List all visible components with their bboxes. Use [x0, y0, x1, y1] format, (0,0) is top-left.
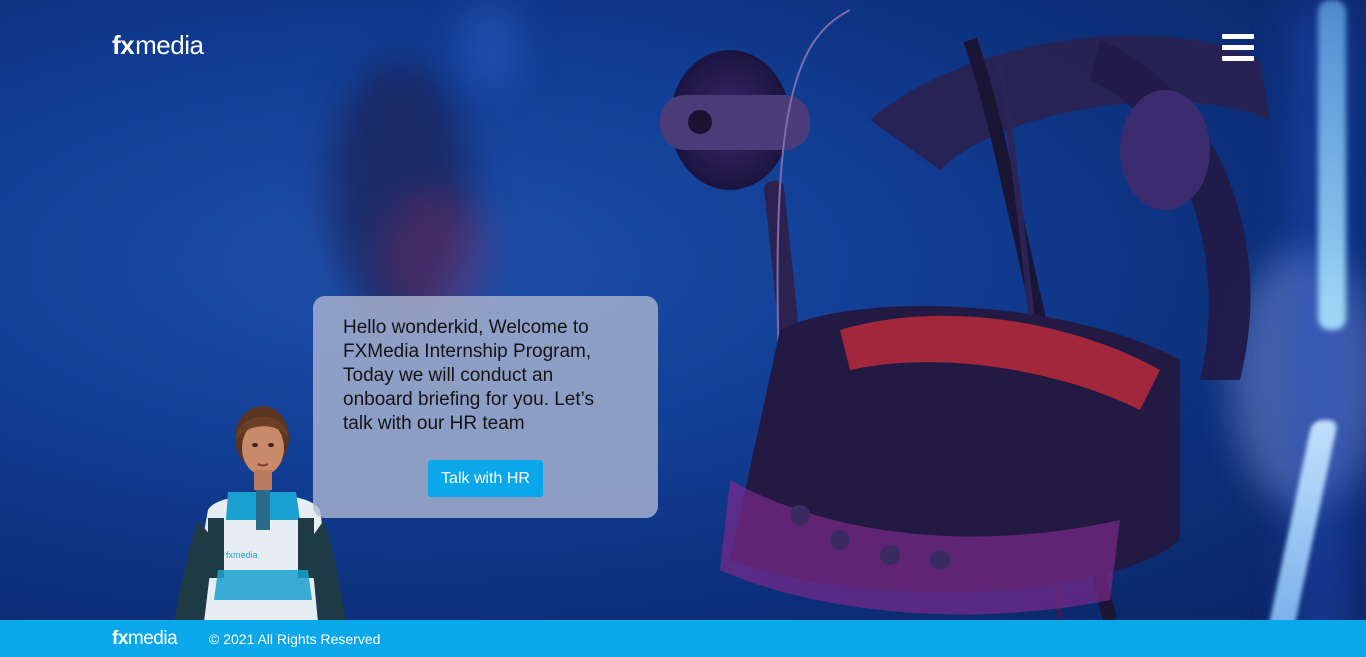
copyright-text: © 2021 All Rights Reserved: [209, 631, 381, 647]
talk-with-hr-button[interactable]: Talk with HR: [428, 460, 543, 497]
footer: fxmedia © 2021 All Rights Reserved: [0, 620, 1366, 657]
svg-text:fxmedia: fxmedia: [226, 550, 258, 560]
welcome-message: Hello wonderkid, Welcome to FXMedia Inte…: [343, 317, 595, 434]
welcome-dialog: Hello wonderkid, Welcome to FXMedia Inte…: [313, 296, 658, 518]
menu-bar: [1222, 45, 1254, 50]
background-blur: [460, 0, 520, 90]
menu-bar: [1222, 34, 1254, 39]
menu-bar: [1222, 56, 1254, 61]
footer-logo[interactable]: fxmedia: [112, 628, 178, 650]
hero-background: fx media fxmedia Hello wonderkid, Welcome…: [0, 0, 1366, 657]
footer-logo-fx-text: fx: [112, 628, 128, 649]
vr-headset-image: [660, 9, 1270, 620]
fxmedia-logo[interactable]: fx media: [112, 30, 204, 61]
logo-media-text: media: [135, 30, 204, 60]
hamburger-menu-icon[interactable]: [1222, 34, 1254, 64]
logo-fx-text: fx: [112, 30, 135, 60]
footer-logo-media-text: media: [127, 628, 178, 649]
background-light: [1318, 0, 1346, 330]
